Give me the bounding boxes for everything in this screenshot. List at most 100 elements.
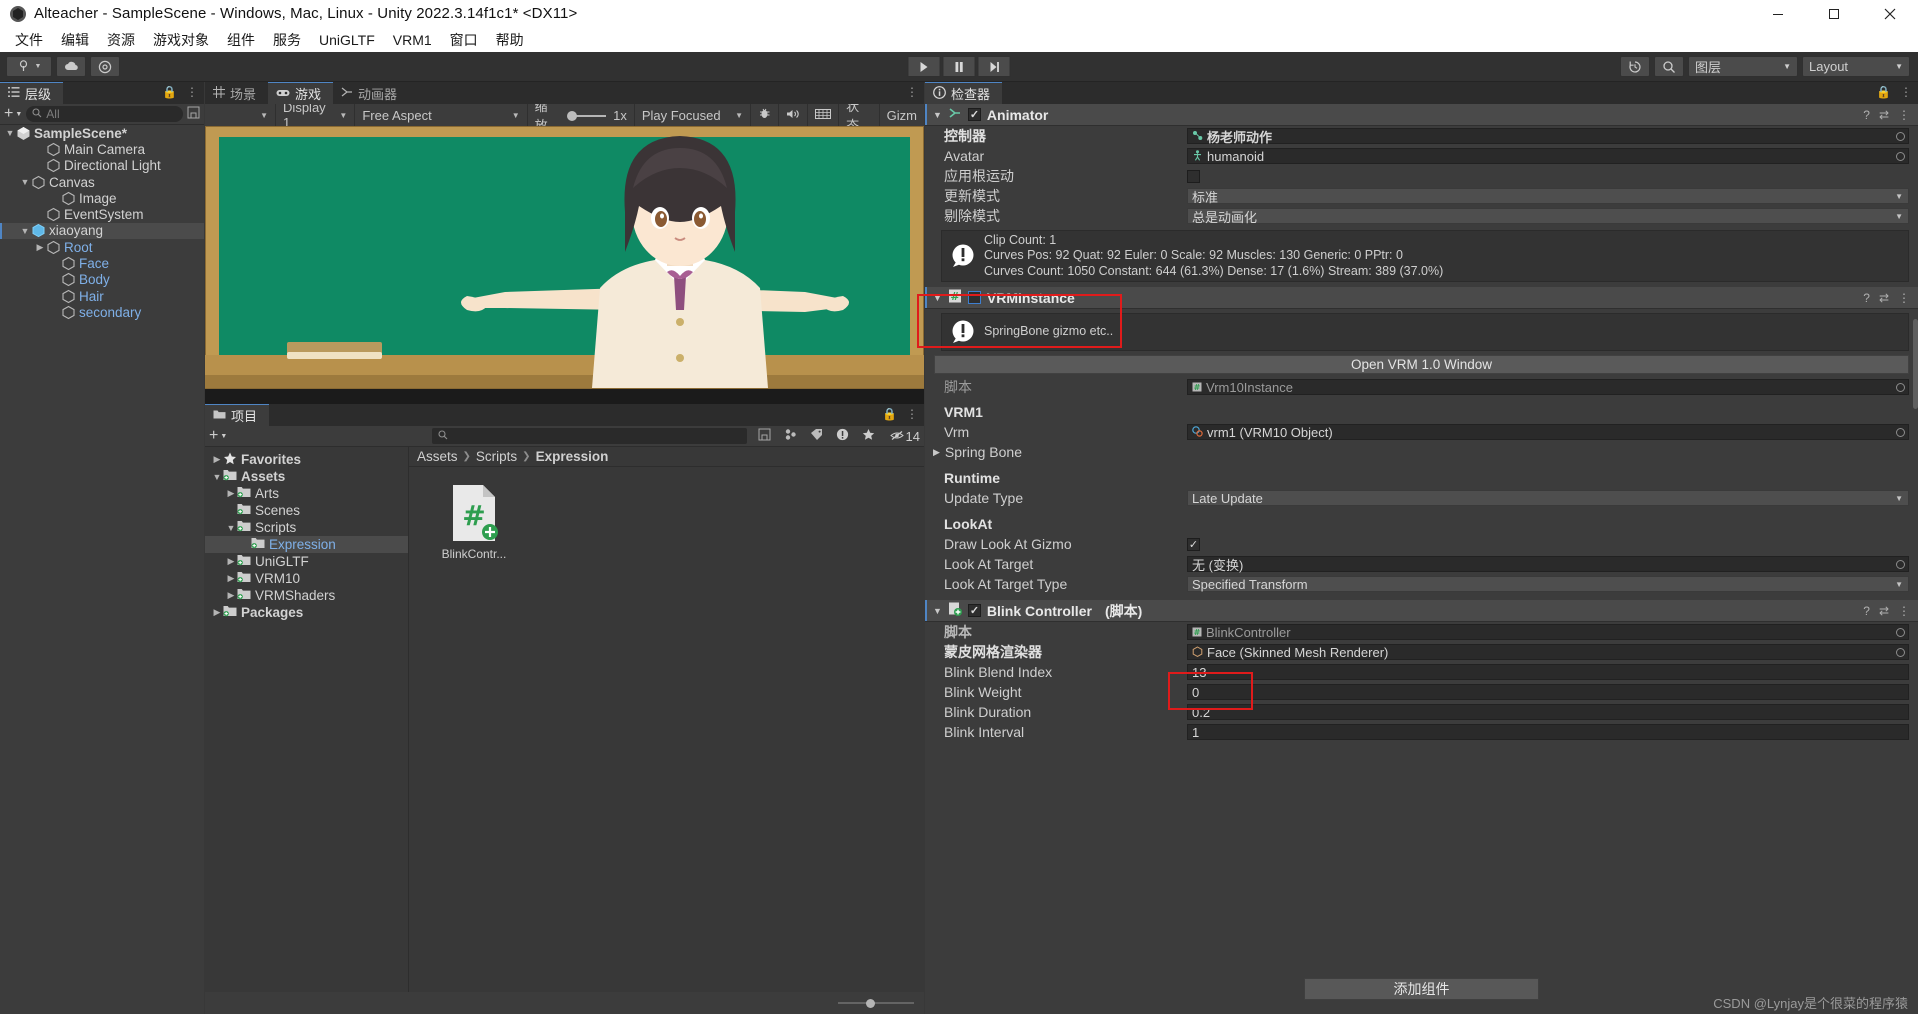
- vrminstance-enabled-checkbox[interactable]: [967, 291, 981, 304]
- create-asset-button[interactable]: + ▼: [209, 427, 227, 445]
- scale-slider[interactable]: 缩放 1x: [528, 99, 635, 133]
- hierarchy-item-secondary[interactable]: secondary: [0, 304, 204, 320]
- property-field-vrm[interactable]: vrm1 (VRM10 Object): [1187, 424, 1909, 440]
- foldout-arrow-icon[interactable]: ▶: [933, 447, 940, 458]
- display-dropdown[interactable]: Display 1 ▼: [276, 100, 356, 130]
- breadcrumb-expression[interactable]: Expression: [536, 449, 609, 464]
- draw-look-at-gizmo-checkbox[interactable]: ✓: [1187, 537, 1200, 551]
- foldout-arrow-icon[interactable]: ▼: [933, 110, 942, 120]
- hierarchy-item-eventsystem[interactable]: EventSystem: [0, 206, 204, 222]
- aspect-dropdown[interactable]: Free Aspect ▼: [355, 104, 528, 126]
- chevron-right-icon[interactable]: ▶: [225, 573, 237, 584]
- chevron-down-icon[interactable]: ▼: [225, 523, 237, 533]
- hierarchy-item-hair[interactable]: Hair: [0, 288, 204, 304]
- search-button[interactable]: [1654, 56, 1684, 77]
- warning-filter-icon[interactable]: [836, 428, 849, 445]
- hierarchy-item-image[interactable]: Image: [0, 190, 204, 206]
- component-header-vrminstance[interactable]: ▼ # VRMInstance ? ⇄ ⋮: [925, 287, 1918, 309]
- menu-item-help[interactable]: 帮助: [487, 28, 533, 52]
- stats-button[interactable]: 状态: [839, 99, 880, 133]
- kebab-menu-icon[interactable]: ⋮: [906, 407, 918, 421]
- breadcrumb-scripts[interactable]: Scripts: [476, 449, 517, 464]
- menu-item-services[interactable]: 服务: [264, 28, 310, 52]
- thumbnail-size-slider-knob[interactable]: [866, 998, 875, 1008]
- add-gameobject-button[interactable]: + ▼: [4, 105, 22, 123]
- hierarchy-item-body[interactable]: Body: [0, 272, 204, 288]
- project-tree-item-vrm10[interactable]: ▶ VRM10: [205, 570, 408, 587]
- game-view-stage[interactable]: [205, 126, 924, 404]
- breadcrumb-assets[interactable]: Assets: [417, 449, 458, 464]
- project-tree-item-packages[interactable]: ▶ Packages: [205, 604, 408, 621]
- object-picker-icon[interactable]: [1896, 151, 1905, 161]
- gizmos-dropdown[interactable]: Gizm: [880, 104, 924, 126]
- hierarchy-item-face[interactable]: Face: [0, 255, 204, 271]
- property-field-avatar[interactable]: humanoid: [1187, 148, 1909, 164]
- chevron-right-icon[interactable]: ▶: [211, 607, 223, 618]
- menu-item-edit[interactable]: 编辑: [52, 28, 98, 52]
- scale-slider-track[interactable]: [566, 110, 607, 121]
- label-filter-icon[interactable]: [810, 428, 823, 445]
- step-button[interactable]: [977, 56, 1011, 77]
- project-tree-item-favorites[interactable]: ▶ Favorites: [205, 451, 408, 468]
- project-tree-item-expression[interactable]: Expression: [205, 536, 408, 553]
- chevron-down-icon[interactable]: ▼: [4, 128, 16, 138]
- chevron-down-icon[interactable]: ▼: [19, 177, 31, 187]
- project-tree-item-scenes[interactable]: Scenes: [205, 502, 408, 519]
- object-picker-icon[interactable]: [1896, 427, 1905, 437]
- menu-item-vrm1[interactable]: VRM1: [384, 30, 441, 50]
- chevron-right-icon[interactable]: ▶: [34, 242, 46, 253]
- project-tree-item-vrmshaders[interactable]: ▶ VRMShaders: [205, 587, 408, 604]
- chevron-right-icon[interactable]: ▶: [211, 454, 223, 465]
- hidden-assets-counter[interactable]: 14: [889, 429, 920, 444]
- bug-button[interactable]: [751, 104, 780, 126]
- favorite-filter-icon[interactable]: [862, 428, 875, 445]
- maximize-icon[interactable]: [1806, 0, 1862, 27]
- lock-icon[interactable]: 🔒: [1876, 85, 1891, 99]
- lock-icon[interactable]: 🔒: [882, 407, 897, 421]
- kebab-menu-icon[interactable]: ⋮: [1900, 85, 1912, 99]
- property-field-culling-mode[interactable]: 总是动画化 ▼: [1187, 208, 1909, 225]
- inspector-scrollbar[interactable]: [1913, 319, 1918, 409]
- blink-controller-enabled-checkbox[interactable]: ✓: [967, 604, 981, 617]
- help-icon[interactable]: ?: [1863, 108, 1870, 122]
- kebab-menu-icon[interactable]: ⋮: [906, 85, 918, 99]
- menu-item-gameobject[interactable]: 游戏对象: [144, 28, 218, 52]
- menu-item-unigltf[interactable]: UniGLTF: [310, 30, 384, 50]
- thumbnail-size-slider[interactable]: [838, 998, 914, 1008]
- mute-audio-button[interactable]: [779, 104, 809, 126]
- property-field-controller[interactable]: 杨老师动作: [1187, 128, 1909, 145]
- foldout-arrow-icon[interactable]: ▼: [933, 293, 942, 303]
- component-header-blink-controller[interactable]: ▼ ✓ Blink Controller (脚本) ? ⇄ ⋮: [925, 600, 1918, 622]
- chevron-right-icon[interactable]: ▶: [225, 556, 237, 567]
- property-field-update-type[interactable]: Late Update ▼: [1187, 490, 1909, 506]
- hierarchy-item-xiaoyang[interactable]: ▼ xiaoyang: [0, 222, 204, 240]
- object-picker-icon[interactable]: [1896, 647, 1905, 657]
- property-field-blink-interval[interactable]: 1: [1187, 724, 1909, 740]
- menu-item-component[interactable]: 组件: [218, 28, 264, 52]
- preset-icon[interactable]: ⇄: [1879, 291, 1889, 305]
- cloud-button[interactable]: [56, 56, 86, 77]
- type-filter-icon[interactable]: [784, 428, 797, 445]
- object-picker-icon[interactable]: [1896, 131, 1905, 141]
- kebab-menu-icon[interactable]: ⋮: [1898, 108, 1910, 122]
- tab-project[interactable]: 项目: [205, 404, 270, 426]
- project-tree-item-arts[interactable]: ▶ Arts: [205, 485, 408, 502]
- menu-item-assets[interactable]: 资源: [98, 28, 144, 52]
- open-vrm-window-button[interactable]: Open VRM 1.0 Window: [934, 355, 1909, 374]
- chevron-down-icon[interactable]: ▼: [19, 226, 31, 236]
- animator-enabled-checkbox[interactable]: ✓: [967, 108, 981, 121]
- close-icon[interactable]: [1862, 0, 1918, 27]
- property-field-blink-duration[interactable]: 0.2: [1187, 704, 1909, 720]
- preset-icon[interactable]: ⇄: [1879, 108, 1889, 122]
- tab-animator[interactable]: 动画器: [333, 82, 410, 104]
- tab-inspector[interactable]: 检查器: [925, 82, 1003, 104]
- chevron-right-icon[interactable]: ▶: [225, 488, 237, 499]
- kebab-menu-icon[interactable]: ⋮: [1898, 291, 1910, 305]
- property-field-update-mode[interactable]: 标准 ▼: [1187, 188, 1909, 205]
- layers-dropdown[interactable]: 图层 ▼: [1688, 56, 1798, 77]
- grid-button[interactable]: [808, 104, 840, 126]
- component-header-animator[interactable]: ▼ ✓ Animator ? ⇄ ⋮: [925, 104, 1918, 126]
- hierarchy-search-input[interactable]: All: [26, 106, 183, 122]
- property-field-look-at-target[interactable]: 无 (变换): [1187, 556, 1909, 573]
- help-icon[interactable]: ?: [1863, 291, 1870, 305]
